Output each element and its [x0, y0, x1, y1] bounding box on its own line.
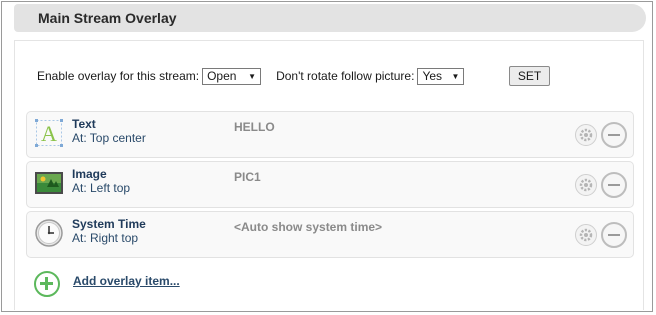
rotate-follow-value: Yes [422, 69, 443, 83]
add-overlay-item-link[interactable]: Add overlay item... [73, 274, 180, 288]
remove-item-button[interactable] [601, 172, 627, 198]
add-circle-icon[interactable] [34, 271, 60, 297]
text-icon: A [34, 118, 64, 148]
edit-item-button[interactable] [575, 224, 597, 246]
enable-overlay-value: Open [207, 69, 237, 83]
item-value: <Auto show system time> [234, 220, 383, 234]
overlay-item-image: Image At: Left top PIC1 [26, 161, 634, 208]
clock-icon [34, 218, 64, 248]
item-position: At: Right top [72, 231, 139, 245]
image-icon [34, 168, 64, 198]
settings-row: Enable overlay for this stream: Open ▼ D… [37, 66, 465, 86]
item-value: PIC1 [234, 170, 261, 184]
item-name: System Time [72, 217, 146, 231]
svg-text:A: A [41, 121, 57, 146]
rotate-follow-label: Don't rotate follow picture: [276, 69, 415, 83]
remove-item-button[interactable] [601, 222, 627, 248]
gear-icon [579, 228, 593, 242]
remove-item-button[interactable] [601, 122, 627, 148]
item-name: Text [72, 117, 96, 131]
enable-overlay-select[interactable]: Open ▼ [202, 67, 262, 85]
page-title: Main Stream Overlay [38, 10, 177, 26]
item-value: HELLO [234, 120, 275, 134]
gear-icon [579, 128, 593, 142]
gear-icon [579, 178, 593, 192]
enable-overlay-label: Enable overlay for this stream: [37, 69, 200, 83]
chevron-down-icon: ▼ [451, 71, 460, 81]
item-position: At: Left top [72, 181, 131, 195]
edit-item-button[interactable] [575, 124, 597, 146]
edit-item-button[interactable] [575, 174, 597, 196]
item-name: Image [72, 167, 107, 181]
item-position: At: Top center [72, 131, 146, 145]
chevron-down-icon: ▼ [248, 71, 257, 81]
overlay-item-system-time: System Time At: Right top <Auto show sys… [26, 211, 634, 258]
overlay-item-text: A Text At: Top center HELLO [26, 111, 634, 158]
section-header: Main Stream Overlay [14, 4, 646, 32]
set-button[interactable]: SET [509, 66, 550, 86]
rotate-follow-select[interactable]: Yes ▼ [417, 67, 465, 85]
